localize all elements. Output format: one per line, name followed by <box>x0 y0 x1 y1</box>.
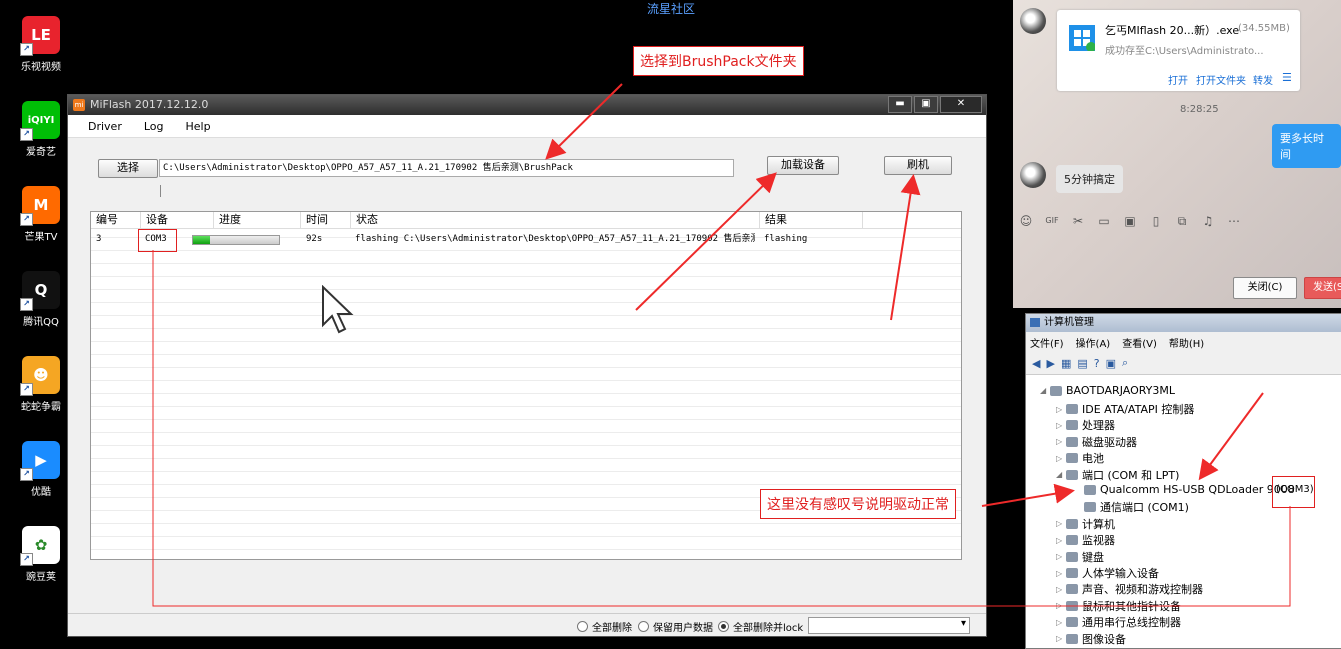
annotation-arrows <box>152 83 1291 607</box>
